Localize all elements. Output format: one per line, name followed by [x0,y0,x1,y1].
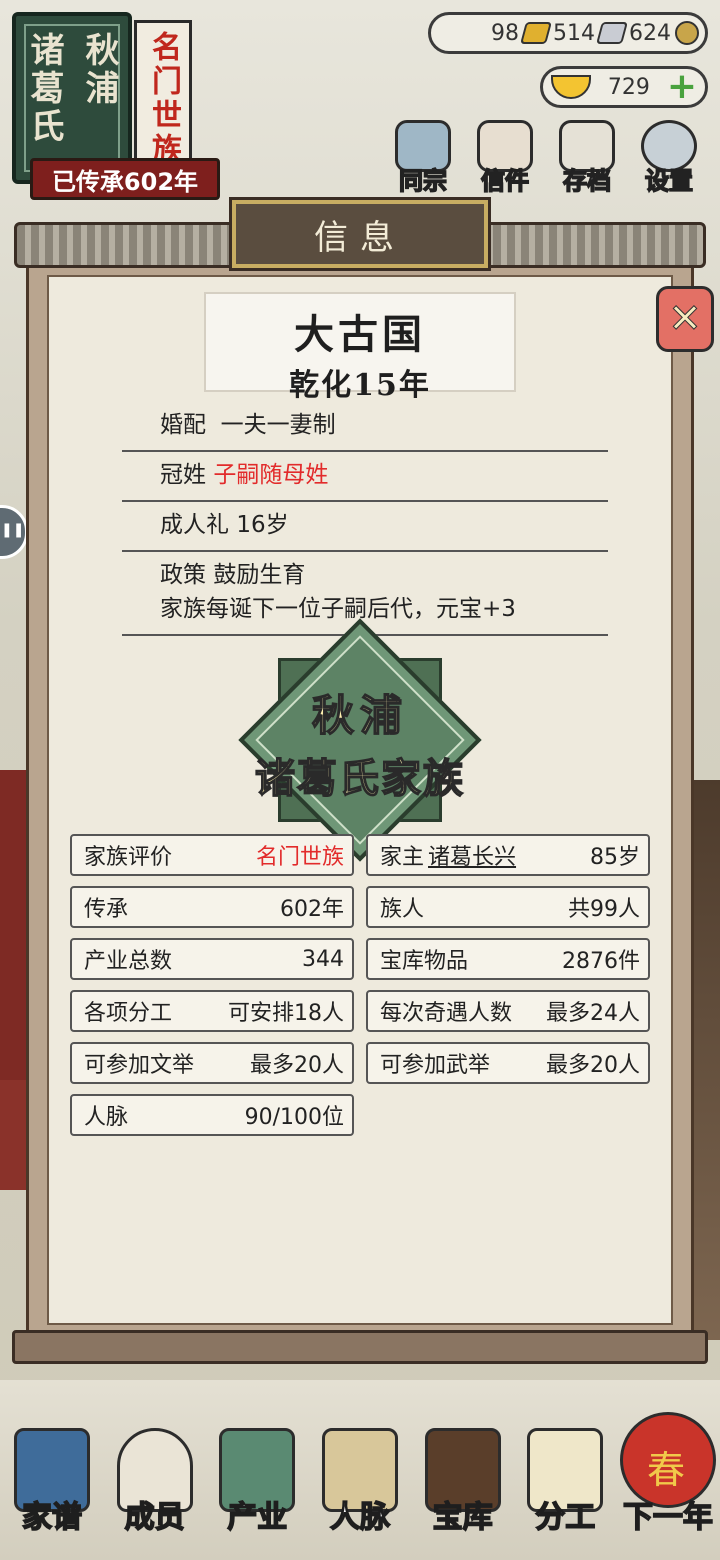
menu-settings-button[interactable]: 设置 [632,120,706,196]
stat-encounter: 每次奇遇人数 最多24人 [366,990,650,1032]
silver-bar-icon [596,22,628,44]
stat-family-head[interactable]: 家主 诸葛长兴 85岁 [366,834,650,876]
family-rank: 名门世族 [146,31,181,167]
nav-treasury[interactable]: 宝库 [417,1412,509,1542]
gold-bar-icon [520,22,552,44]
panel-title-plaque: 信息 [229,197,491,271]
close-button[interactable]: ✕ [656,286,714,352]
stat-family-rating: 家族评价 名门世族 [70,834,354,876]
stat-connections: 人脉 90/100位 [70,1094,354,1136]
menu-letters-button[interactable]: 信件 [468,120,542,196]
close-icon: ✕ [668,296,703,343]
reign-year: 乾化15年 [289,368,431,403]
stat-civil-exam: 可参加文举 最多20人 [70,1042,354,1084]
surname-rule: 子嗣随母姓 [213,462,329,488]
country-name: 大古国 [294,311,426,358]
stat-treasury: 宝库物品 2876件 [366,938,650,980]
family-stats: 家族评价 名门世族 家主 诸葛长兴 85岁 传承 602年 族人 共99人 产业总… [70,834,652,1136]
inherit-years-banner: 已传承602年 [30,158,220,200]
policy-list: 婚配 一夫一妻制 冠姓 子嗣随母姓 成人礼 16岁 政策 鼓励生育 家族每诞下一… [122,402,608,636]
emblem-family: 诸葛氏家族 [254,754,465,803]
stat-members: 族人 共99人 [366,886,650,928]
family-head-name[interactable]: 诸葛长兴 [428,839,516,871]
gold-count: 98 [491,20,519,46]
nav-connections[interactable]: 人脉 [314,1412,406,1542]
ingot-icon [551,75,591,99]
emblem-place: 秋浦 [311,690,408,741]
nav-genealogy[interactable]: 家谱 [6,1412,98,1542]
menu-clan-button[interactable]: 同宗 [386,120,460,196]
bottom-nav: 家谱 成员 产业 人脉 宝库 分工 春 下一年 [6,1412,716,1542]
stat-division: 各项分工 可安排18人 [70,990,354,1032]
policy-row-marriage: 婚配 一夫一妻制 [122,402,608,452]
family-rank-tag: 名门世族 [134,20,192,170]
family-place: 秋浦 [79,32,119,108]
stat-military-exam: 可参加武举 最多20人 [366,1042,650,1084]
top-menu: 同宗 信件 存档 设置 [386,120,706,196]
family-emblem: 秋浦 诸葛氏家族 [238,618,482,862]
country-header: 大古国 乾化15年 [204,292,516,403]
next-year-button[interactable]: 春 下一年 [619,1412,716,1542]
nav-division[interactable]: 分工 [519,1412,611,1542]
stat-inheritance: 传承 602年 [70,886,354,928]
add-ingot-button[interactable]: + [667,69,697,105]
silver-count: 514 [553,20,595,46]
coin-count: 624 [629,20,671,46]
currency-bar: 98 514 624 [428,12,708,54]
ingot-count: 729 [607,74,650,100]
nav-members[interactable]: 成员 [109,1412,201,1542]
nav-industry[interactable]: 产业 [211,1412,303,1542]
panel-base [12,1330,708,1364]
policy-row-adulthood: 成人礼 16岁 [122,502,608,552]
family-surname: 诸葛氏 [24,32,64,146]
menu-save-button[interactable]: 存档 [550,120,624,196]
stat-industry: 产业总数 344 [70,938,354,980]
policy-row-surname: 冠姓 子嗣随母姓 [122,452,608,502]
coin-icon [675,21,699,45]
ingot-bar: 729 + [540,66,708,108]
panel-title: 信息 [314,217,406,258]
